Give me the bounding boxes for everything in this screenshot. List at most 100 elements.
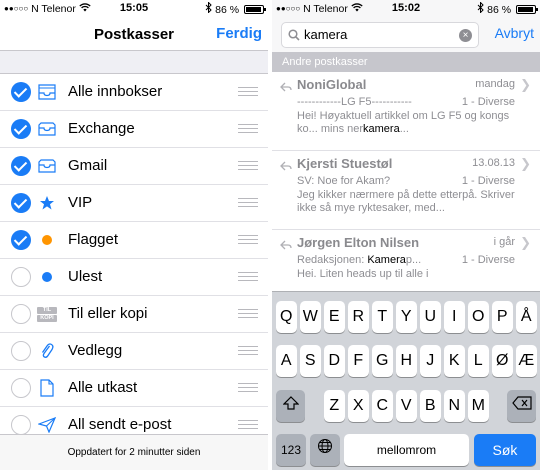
key-h[interactable]: H	[396, 345, 417, 377]
message-list: NoniGlobal mandag ❯ ------------LG F5------…	[272, 72, 540, 309]
inbox-tray-icon	[37, 119, 57, 139]
mailbox-row[interactable]: Ulest	[0, 259, 268, 296]
reorder-handle-icon[interactable]	[238, 235, 258, 244]
key-i[interactable]: I	[444, 301, 465, 333]
key-m[interactable]: M	[468, 390, 489, 422]
backspace-key-icon[interactable]	[507, 390, 536, 422]
replied-icon	[280, 158, 292, 176]
globe-key-icon[interactable]	[310, 434, 340, 466]
done-button[interactable]: Ferdig	[216, 25, 262, 42]
shift-key-icon[interactable]	[276, 390, 305, 422]
mailbox-list: Alle innbokser Exchange Gmail VIP Flagget Ule…	[0, 74, 268, 444]
unchecked-circle-icon[interactable]	[11, 304, 31, 324]
reorder-handle-icon[interactable]	[238, 272, 258, 281]
unchecked-circle-icon[interactable]	[11, 378, 31, 398]
key-l[interactable]: L	[468, 345, 489, 377]
tray-stack-icon	[37, 82, 57, 102]
unchecked-circle-icon[interactable]	[11, 415, 31, 435]
key-b[interactable]: B	[420, 390, 441, 422]
key-x[interactable]: X	[348, 390, 369, 422]
unchecked-circle-icon[interactable]	[11, 267, 31, 287]
reorder-handle-icon[interactable]	[238, 383, 258, 392]
subject-text: Redaksjonen:	[297, 254, 368, 266]
search-key[interactable]: Søk	[474, 434, 536, 466]
key-æ[interactable]: Æ	[516, 345, 537, 377]
checked-circle-icon[interactable]	[11, 119, 31, 139]
key-q[interactable]: Q	[276, 301, 297, 333]
checked-circle-icon[interactable]	[11, 193, 31, 213]
checked-circle-icon[interactable]	[11, 156, 31, 176]
key-e[interactable]: E	[324, 301, 345, 333]
reorder-handle-icon[interactable]	[238, 161, 258, 170]
unchecked-circle-icon[interactable]	[11, 341, 31, 361]
space-key[interactable]: mellomrom	[344, 434, 469, 466]
message-date: mandag	[475, 78, 515, 90]
key-j[interactable]: J	[420, 345, 441, 377]
reorder-handle-icon[interactable]	[238, 198, 258, 207]
key-o[interactable]: O	[468, 301, 489, 333]
key-v[interactable]: V	[396, 390, 417, 422]
bottom-toolbar: Oppdatert for 2 minutter siden	[0, 434, 268, 470]
replied-icon	[280, 79, 292, 97]
key-r[interactable]: R	[348, 301, 369, 333]
mailbox-label: Gmail	[68, 157, 108, 174]
paper-plane-icon	[37, 415, 57, 435]
mailbox-label: Alle utkast	[68, 379, 138, 396]
key-c[interactable]: C	[372, 390, 393, 422]
mailbox-row[interactable]: Vedlegg	[0, 333, 268, 370]
reorder-handle-icon[interactable]	[238, 420, 258, 429]
reorder-handle-icon[interactable]	[238, 87, 258, 96]
key-a[interactable]: A	[276, 345, 297, 377]
mailbox-label: Til eller kopi	[68, 305, 148, 322]
message-folder: 1 - Diverse	[461, 96, 515, 108]
subject-text: SV: Noe for Akam?	[297, 175, 391, 187]
key-f[interactable]: F	[348, 345, 369, 377]
mailbox-row[interactable]: Exchange	[0, 111, 268, 148]
key-y[interactable]: Y	[396, 301, 417, 333]
preview-text: ...	[399, 123, 409, 135]
key-z[interactable]: Z	[324, 390, 345, 422]
mailbox-row[interactable]: Alle innbokser	[0, 74, 268, 111]
key-d[interactable]: D	[324, 345, 345, 377]
status-bar: ●●○○○ N Telenor 15:02 86 %	[272, 0, 540, 18]
key-u[interactable]: U	[420, 301, 441, 333]
mailbox-label: All sendt e-post	[68, 416, 172, 433]
checked-circle-icon[interactable]	[11, 230, 31, 250]
mailbox-row[interactable]: Flagget	[0, 222, 268, 259]
reorder-handle-icon[interactable]	[238, 309, 258, 318]
key-g[interactable]: G	[372, 345, 393, 377]
mailbox-row[interactable]: VIP	[0, 185, 268, 222]
key-s[interactable]: S	[300, 345, 321, 377]
mailbox-row[interactable]: Alle utkast	[0, 370, 268, 407]
battery-icon	[244, 5, 266, 14]
message-preview: Hei. Liten heads up til alle i	[297, 268, 519, 281]
key-p[interactable]: P	[492, 301, 513, 333]
clear-search-icon[interactable]: ×	[459, 29, 472, 42]
search-input[interactable]	[304, 27, 454, 42]
reorder-handle-icon[interactable]	[238, 124, 258, 133]
search-field[interactable]: ×	[281, 22, 479, 48]
key-ø[interactable]: Ø	[492, 345, 513, 377]
replied-icon	[280, 237, 292, 255]
cancel-button[interactable]: Avbryt	[495, 25, 534, 41]
message-folder: 1 - Diverse	[461, 175, 515, 187]
message-row[interactable]: NoniGlobal mandag ❯ ------------LG F5------…	[272, 72, 540, 151]
reorder-handle-icon[interactable]	[238, 346, 258, 355]
inbox-tray-icon	[37, 156, 57, 176]
key-w[interactable]: W	[300, 301, 321, 333]
blue-dot-icon	[37, 267, 57, 287]
paperclip-icon	[37, 341, 57, 361]
orange-dot-icon	[37, 230, 57, 250]
preview-text: Hei. Liten heads up til alle i	[297, 268, 429, 280]
search-icon	[288, 28, 300, 46]
key-å[interactable]: Å	[516, 301, 537, 333]
message-folder: 1 - Diverse	[461, 254, 515, 266]
key-n[interactable]: N	[444, 390, 465, 422]
key-t[interactable]: T	[372, 301, 393, 333]
mailbox-row[interactable]: TIL KOPI Til eller kopi	[0, 296, 268, 333]
checked-circle-icon[interactable]	[11, 82, 31, 102]
key-k[interactable]: K	[444, 345, 465, 377]
message-row[interactable]: Kjersti Stuestøl 13.08.13 ❯ SV: Noe for Aka…	[272, 151, 540, 230]
numbers-key[interactable]: 123	[276, 434, 306, 466]
mailbox-row[interactable]: Gmail	[0, 148, 268, 185]
